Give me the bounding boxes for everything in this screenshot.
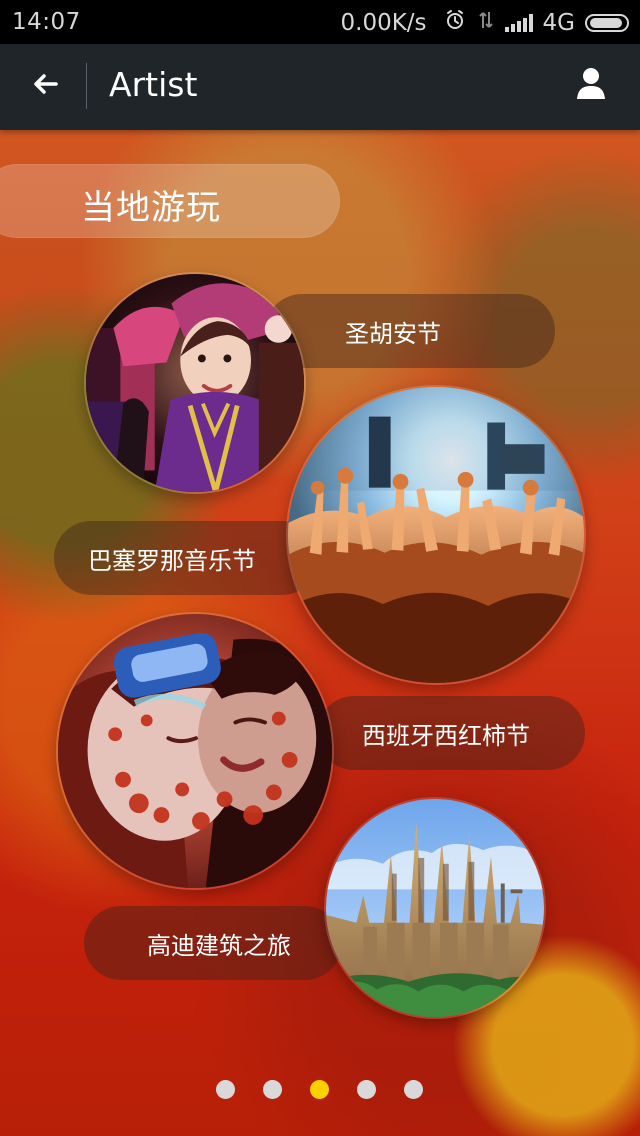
activity-label-text: 西班牙西红柿节	[362, 721, 530, 750]
page-dot-4[interactable]	[357, 1080, 376, 1099]
page-dot-2[interactable]	[263, 1080, 282, 1099]
festival-costume-photo[interactable]	[84, 272, 306, 494]
activity-label-gaudi-tour[interactable]: 高迪建筑之旅	[84, 906, 342, 980]
status-time: 14:07	[12, 9, 81, 35]
page-dot-3-active[interactable]	[310, 1080, 329, 1099]
data-transfer-icon	[477, 9, 495, 37]
page-dot-1[interactable]	[216, 1080, 235, 1099]
page-dot-5[interactable]	[404, 1080, 423, 1099]
activity-label-tomatina[interactable]: 西班牙西红柿节	[317, 696, 585, 770]
back-arrow-icon	[29, 67, 63, 105]
activity-label-barcelona-music[interactable]: 巴塞罗那音乐节	[54, 521, 319, 595]
concert-crowd-photo[interactable]	[286, 385, 586, 685]
section-header: 当地游玩	[0, 164, 340, 238]
activity-label-san-juan[interactable]: 圣胡安节	[265, 294, 555, 368]
section-title: 当地游玩	[81, 188, 221, 228]
activity-label-text: 圣胡安节	[345, 319, 441, 348]
app-bar: Artist	[0, 44, 640, 130]
network-type: 4G	[542, 10, 575, 36]
network-speed: 0.00K/s	[340, 10, 427, 36]
alarm-icon	[443, 8, 467, 38]
pagination-dots	[216, 1080, 423, 1099]
screen: 14:07 0.00K/s 4G Artist 当地游玩 圣胡安节 巴塞罗那音乐…	[0, 0, 640, 1136]
user-icon	[572, 65, 610, 107]
signal-icon	[504, 14, 533, 32]
header-divider	[86, 63, 87, 109]
back-button[interactable]	[25, 65, 67, 107]
profile-button[interactable]	[571, 66, 611, 106]
battery-icon	[585, 14, 629, 32]
status-bar: 14:07 0.00K/s 4G	[0, 0, 640, 44]
tomato-festival-photo[interactable]	[56, 612, 334, 890]
activity-label-text: 高迪建筑之旅	[147, 931, 291, 960]
activity-label-text: 巴塞罗那音乐节	[88, 546, 256, 575]
page-title: Artist	[109, 65, 198, 104]
status-right: 0.00K/s 4G	[340, 8, 629, 38]
sagrada-familia-photo[interactable]	[324, 797, 546, 1019]
